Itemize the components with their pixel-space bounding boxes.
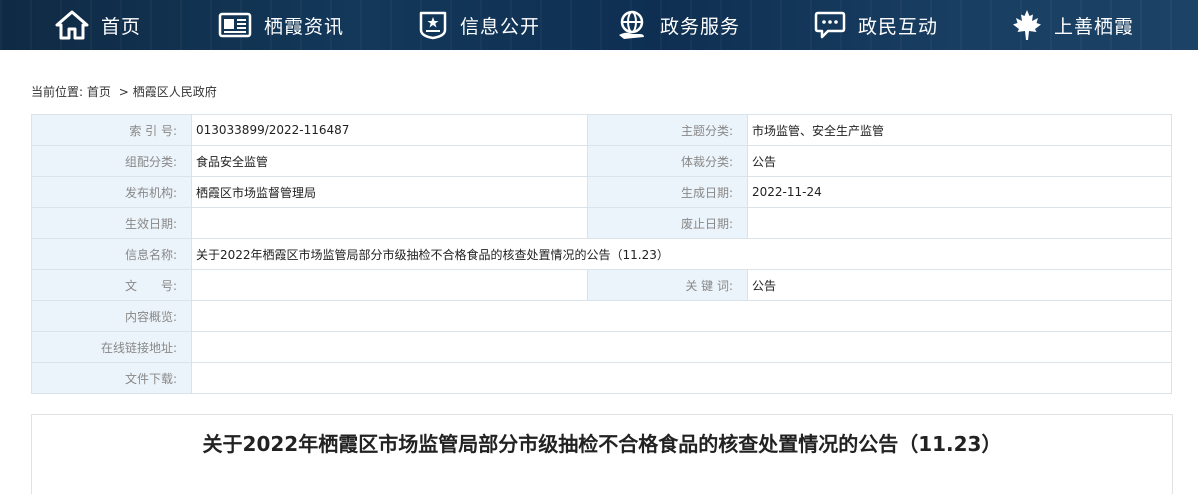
keywords-value: 公告	[747, 269, 1172, 301]
top-navigation: 首页 栖霞资讯 信息公开 政务服务 政民互动 上善栖霞	[0, 0, 1198, 50]
breadcrumb-link-district-gov[interactable]: 栖霞区人民政府	[133, 85, 217, 99]
nav-item-news[interactable]: 栖霞资讯	[218, 0, 344, 50]
index-value: 013033899/2022-116487	[191, 114, 588, 146]
publisher-label: 发布机构:	[31, 176, 192, 208]
info-name-value: 关于2022年栖霞区市场监管局部分市级抽检不合格食品的核查处置情况的公告（11.…	[191, 238, 1172, 270]
news-icon	[218, 11, 252, 39]
home-icon	[55, 10, 89, 40]
topic-label: 主题分类:	[587, 114, 748, 146]
nav-item-services[interactable]: 政务服务	[616, 0, 740, 50]
chat-icon	[814, 10, 846, 40]
breadcrumb-link-home[interactable]: 首页	[87, 85, 111, 99]
table-row: 内容概览:	[31, 300, 1172, 332]
file-download-label: 文件下载:	[31, 362, 192, 394]
info-metadata-table: 索 引 号: 013033899/2022-116487 主题分类: 市场监管、…	[31, 114, 1172, 394]
nav-label-shangshan: 上善栖霞	[1054, 15, 1135, 38]
breadcrumb-separator: >	[118, 85, 129, 99]
table-row: 生效日期: 废止日期:	[31, 207, 1172, 239]
nav-label-interaction: 政民互动	[858, 15, 939, 38]
article-container: 关于2022年栖霞区市场监管局部分市级抽检不合格食品的核查处置情况的公告（11.…	[31, 414, 1173, 494]
doc-number-label: 文 号:	[31, 269, 192, 301]
genre-value: 公告	[747, 145, 1172, 177]
breadcrumb-prefix: 当前位置:	[31, 85, 84, 99]
file-download-value[interactable]	[191, 362, 1172, 394]
nav-label-news: 栖霞资讯	[264, 15, 345, 38]
table-row: 在线链接地址:	[31, 331, 1172, 363]
topic-value: 市场监管、安全生产监管	[747, 114, 1172, 146]
doc-number-value	[191, 269, 588, 301]
table-row: 文件下载:	[31, 362, 1172, 394]
index-label: 索 引 号:	[31, 114, 192, 146]
effective-date-value	[191, 207, 588, 239]
group-value: 食品安全监管	[191, 145, 588, 177]
breadcrumb: 当前位置: 首页 > 栖霞区人民政府	[31, 83, 217, 100]
table-row: 文 号: 关 键 词: 公告	[31, 269, 1172, 301]
table-row: 发布机构: 栖霞区市场监督管理局 生成日期: 2022-11-24	[31, 176, 1172, 208]
publisher-value: 栖霞区市场监督管理局	[191, 176, 588, 208]
online-link-label: 在线链接地址:	[31, 331, 192, 363]
genre-label: 体裁分类:	[587, 145, 748, 177]
created-date-label: 生成日期:	[587, 176, 748, 208]
keywords-label: 关 键 词:	[587, 269, 748, 301]
abolish-date-label: 废止日期:	[587, 207, 748, 239]
nav-item-open-info[interactable]: 信息公开	[418, 0, 540, 50]
summary-label: 内容概览:	[31, 300, 192, 332]
nav-item-home[interactable]: 首页	[55, 0, 141, 50]
globe-hand-icon	[616, 9, 648, 41]
online-link-value[interactable]	[191, 331, 1172, 363]
abolish-date-value	[747, 207, 1172, 239]
article-title: 关于2022年栖霞区市场监管局部分市级抽检不合格食品的核查处置情况的公告（11.…	[202, 432, 1002, 456]
table-row: 索 引 号: 013033899/2022-116487 主题分类: 市场监管、…	[31, 114, 1172, 146]
info-name-label: 信息名称:	[31, 238, 192, 270]
created-date-value: 2022-11-24	[747, 176, 1172, 208]
nav-label-services: 政务服务	[660, 15, 741, 38]
summary-value	[191, 300, 1172, 332]
table-row: 信息名称: 关于2022年栖霞区市场监管局部分市级抽检不合格食品的核查处置情况的…	[31, 238, 1172, 270]
effective-date-label: 生效日期:	[31, 207, 192, 239]
nav-label-open-info: 信息公开	[460, 15, 541, 38]
nav-label-home: 首页	[101, 15, 142, 38]
nav-item-interaction[interactable]: 政民互动	[814, 0, 938, 50]
badge-icon	[418, 10, 448, 40]
group-label: 组配分类:	[31, 145, 192, 177]
table-row: 组配分类: 食品安全监管 体裁分类: 公告	[31, 145, 1172, 177]
nav-item-shangshan[interactable]: 上善栖霞	[1012, 0, 1134, 50]
maple-leaf-icon	[1012, 9, 1042, 41]
